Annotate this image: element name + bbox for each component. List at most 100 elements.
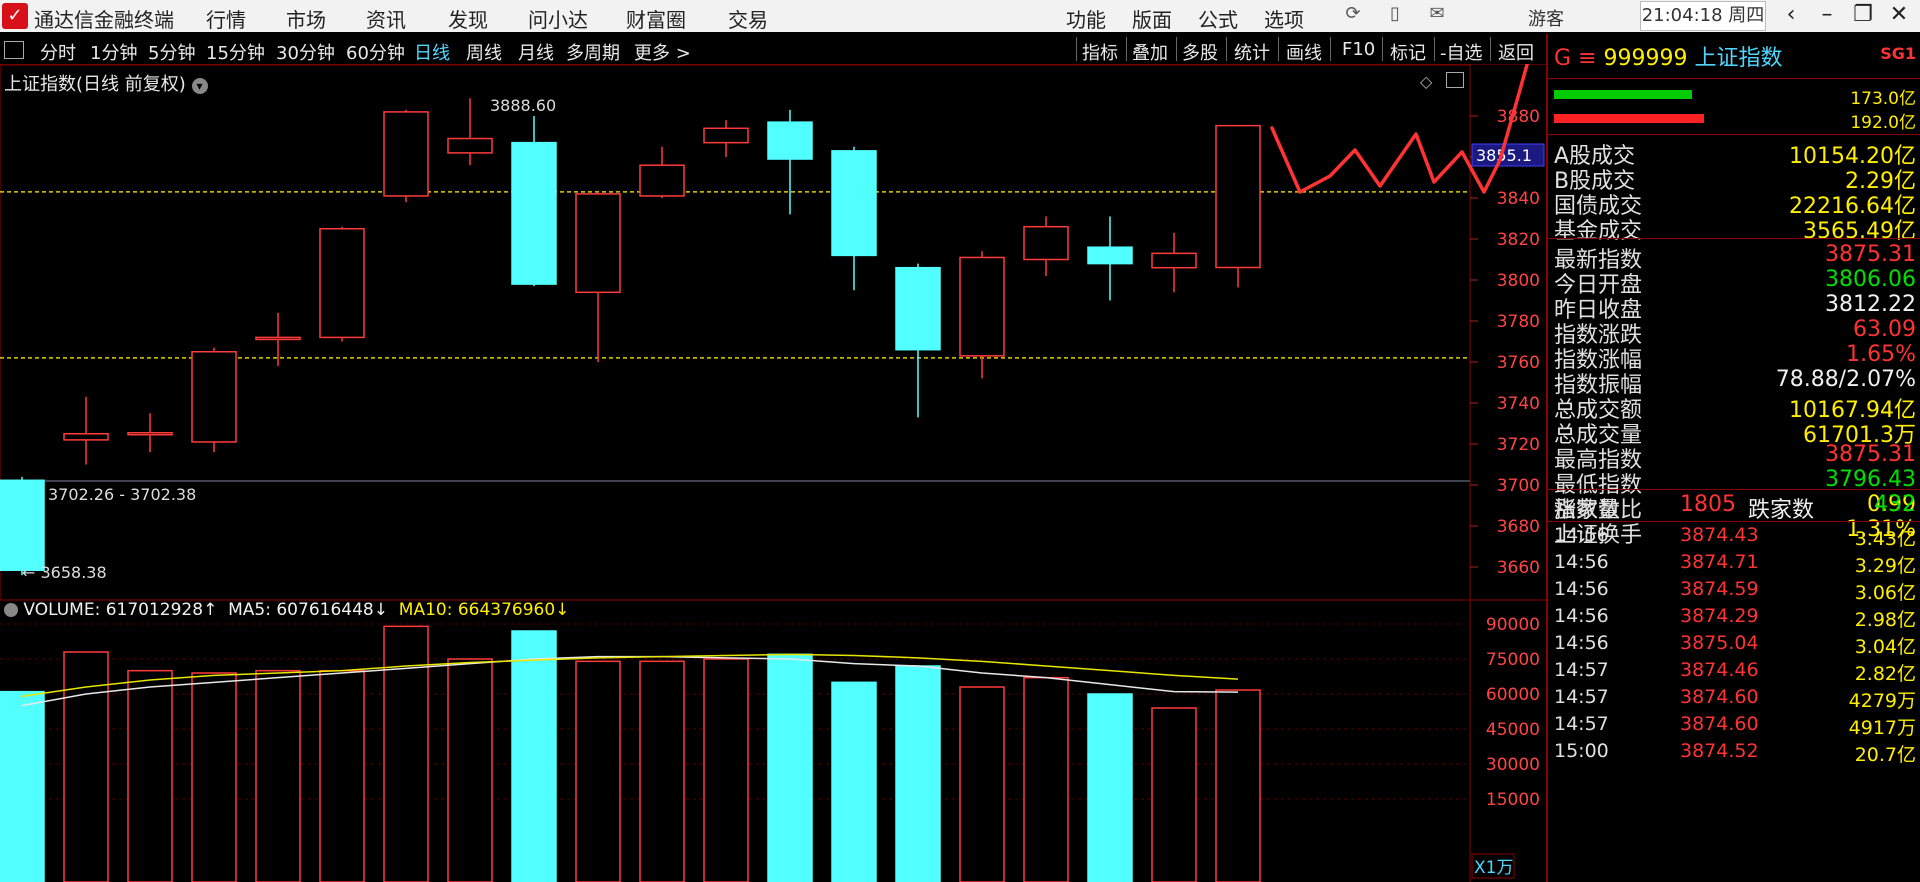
quote-value: 63.09 <box>1853 317 1916 342</box>
tick-row: 14:56 3874.71 3.29亿 <box>1548 551 1920 579</box>
period-60min[interactable]: 60分钟 <box>346 39 405 65</box>
candle-body <box>383 111 429 197</box>
tick-volume: 3.29亿 <box>1854 555 1916 577</box>
turnover-label: 基金成交 <box>1554 219 1643 244</box>
volume-bar <box>959 686 1005 882</box>
price-chart[interactable]: 3880386038403820380037803760374037203700… <box>0 64 1546 882</box>
candle-body <box>255 336 301 341</box>
volume-bar <box>191 672 237 882</box>
tool-f10[interactable]: F10 <box>1342 39 1375 60</box>
g-icon[interactable]: G <box>1554 46 1571 71</box>
candle-body <box>703 127 749 144</box>
period-30min[interactable]: 30分钟 <box>276 39 335 65</box>
guest-label[interactable]: 游客 <box>1528 5 1564 31</box>
menu-wealth-circle[interactable]: 财富圈 <box>626 4 686 33</box>
period-multi[interactable]: 多周期 <box>566 39 620 65</box>
ratio-value: 173.0亿 <box>1850 89 1916 109</box>
high-annotation: 3888.60 <box>490 96 556 115</box>
tick-time: 14:56 <box>1554 524 1609 546</box>
candle-body <box>1087 246 1133 265</box>
menu-quotes[interactable]: 行情 <box>206 4 246 33</box>
volume-tick-label: 45000 <box>1486 720 1540 740</box>
menu-ask-xiaoda[interactable]: 问小达 <box>528 4 588 33</box>
tick-row: 14:57 3874.46 2.82亿 <box>1548 659 1920 687</box>
tool-multi-stock[interactable]: 多股 <box>1182 39 1218 65</box>
quote-row: 昨日收盘 3812.22 <box>1548 292 1920 323</box>
period-daily[interactable]: 日线 <box>414 39 450 65</box>
tick-time: 14:56 <box>1554 578 1609 600</box>
tick-volume: 4917万 <box>1848 717 1916 739</box>
ratio-value: 192.0亿 <box>1850 113 1916 133</box>
turnover-row: B股成交 2.29亿 <box>1548 163 1920 194</box>
menu-icon[interactable]: ≡ <box>1578 46 1596 71</box>
clock: 21:04:18 周四 <box>1640 1 1766 31</box>
volume-bar <box>319 669 365 882</box>
tick-row: 14:57 3874.60 4917万 <box>1548 713 1920 741</box>
minimize-icon[interactable]: – <box>1812 2 1842 30</box>
volume-bar <box>703 658 749 882</box>
candle-body <box>639 164 685 197</box>
tool-stats[interactable]: 统计 <box>1234 39 1270 65</box>
menu-options[interactable]: 选项 <box>1264 4 1304 33</box>
app-title: 通达信金融终端 <box>34 8 174 32</box>
close-icon[interactable]: ✕ <box>1884 2 1914 30</box>
turnover-value: 3565.49亿 <box>1803 219 1916 244</box>
phone-icon[interactable]: ▯ <box>1382 3 1408 27</box>
tool-draw[interactable]: 画线 <box>1286 39 1322 65</box>
period-weekly[interactable]: 周线 <box>466 39 502 65</box>
index-code: 999999 <box>1603 46 1688 71</box>
volume-bar <box>831 681 877 882</box>
menu-trade[interactable]: 交易 <box>728 4 768 33</box>
tick-volume: 3.06亿 <box>1854 582 1916 604</box>
tick-time: 15:00 <box>1554 740 1609 762</box>
menu-news[interactable]: 资讯 <box>366 4 406 33</box>
volume-bar <box>1215 689 1261 882</box>
refresh-icon[interactable]: ⟳ <box>1340 3 1366 27</box>
tick-price: 3874.29 <box>1680 605 1759 627</box>
low-annotation: ← 3658.38 <box>22 563 107 582</box>
tick-price: 3874.46 <box>1680 659 1759 681</box>
menu-function[interactable]: 功能 <box>1066 4 1106 33</box>
candle-body <box>511 141 557 285</box>
tool-indicator[interactable]: 指标 <box>1082 39 1118 65</box>
restore-icon[interactable]: ❐ <box>1848 2 1878 30</box>
back-icon[interactable]: ‹ <box>1776 2 1806 30</box>
tool-watchlist[interactable]: -自选 <box>1440 39 1483 65</box>
volume-tick-label: 15000 <box>1486 790 1540 810</box>
menu-discover[interactable]: 发现 <box>448 4 488 33</box>
tick-volume: 3.43亿 <box>1854 528 1916 550</box>
quote-row: 最高指数 3875.31 <box>1548 442 1920 473</box>
y-tick-label: 3800 <box>1497 271 1540 291</box>
tool-back[interactable]: 返回 <box>1498 39 1534 65</box>
volume-bar <box>255 669 301 882</box>
y-tick-label: 3740 <box>1497 394 1540 414</box>
period-15min[interactable]: 15分钟 <box>206 39 265 65</box>
y-tick-label: 3700 <box>1497 476 1540 496</box>
mail-icon[interactable]: ✉ <box>1424 3 1450 27</box>
volume-dropdown-icon[interactable] <box>4 603 18 617</box>
menu-market[interactable]: 市场 <box>286 4 326 33</box>
tool-overlay[interactable]: 叠加 <box>1132 39 1168 65</box>
updown-row: 涨家数 1805 跌家数 432 <box>1554 492 1916 523</box>
volume-bar <box>1023 676 1069 882</box>
ratio-bar <box>1554 90 1692 99</box>
panel-toggle-icon[interactable] <box>4 41 24 59</box>
period-1min[interactable]: 1分钟 <box>90 39 137 65</box>
volume-title: VOLUME: 617012928↑ MA5: 607616448↓ MA10:… <box>4 600 569 620</box>
tick-price: 3874.71 <box>1680 551 1759 573</box>
index-name: 上证指数 <box>1694 46 1783 71</box>
period-more[interactable]: 更多 > <box>634 39 691 65</box>
menu-formula[interactable]: 公式 <box>1198 4 1238 33</box>
menu-layout[interactable]: 版面 <box>1132 4 1172 33</box>
turnover-row: A股成交 10154.20亿 <box>1548 138 1920 169</box>
period-monthly[interactable]: 月线 <box>518 39 554 65</box>
tick-volume: 3.04亿 <box>1854 636 1916 658</box>
y-tick-label: 3820 <box>1497 230 1540 250</box>
period-tick[interactable]: 分时 <box>40 39 76 65</box>
tool-mark[interactable]: 标记 <box>1390 39 1426 65</box>
candle-body <box>831 150 877 257</box>
quote-panel: G ≡ 999999 上证指数 SG1 173.0亿 192.0亿 A股成交 101… <box>1546 34 1920 882</box>
quote-value: 3806.06 <box>1825 267 1916 292</box>
tick-row: 15:00 3874.52 20.7亿 <box>1548 740 1920 768</box>
period-5min[interactable]: 5分钟 <box>148 39 195 65</box>
